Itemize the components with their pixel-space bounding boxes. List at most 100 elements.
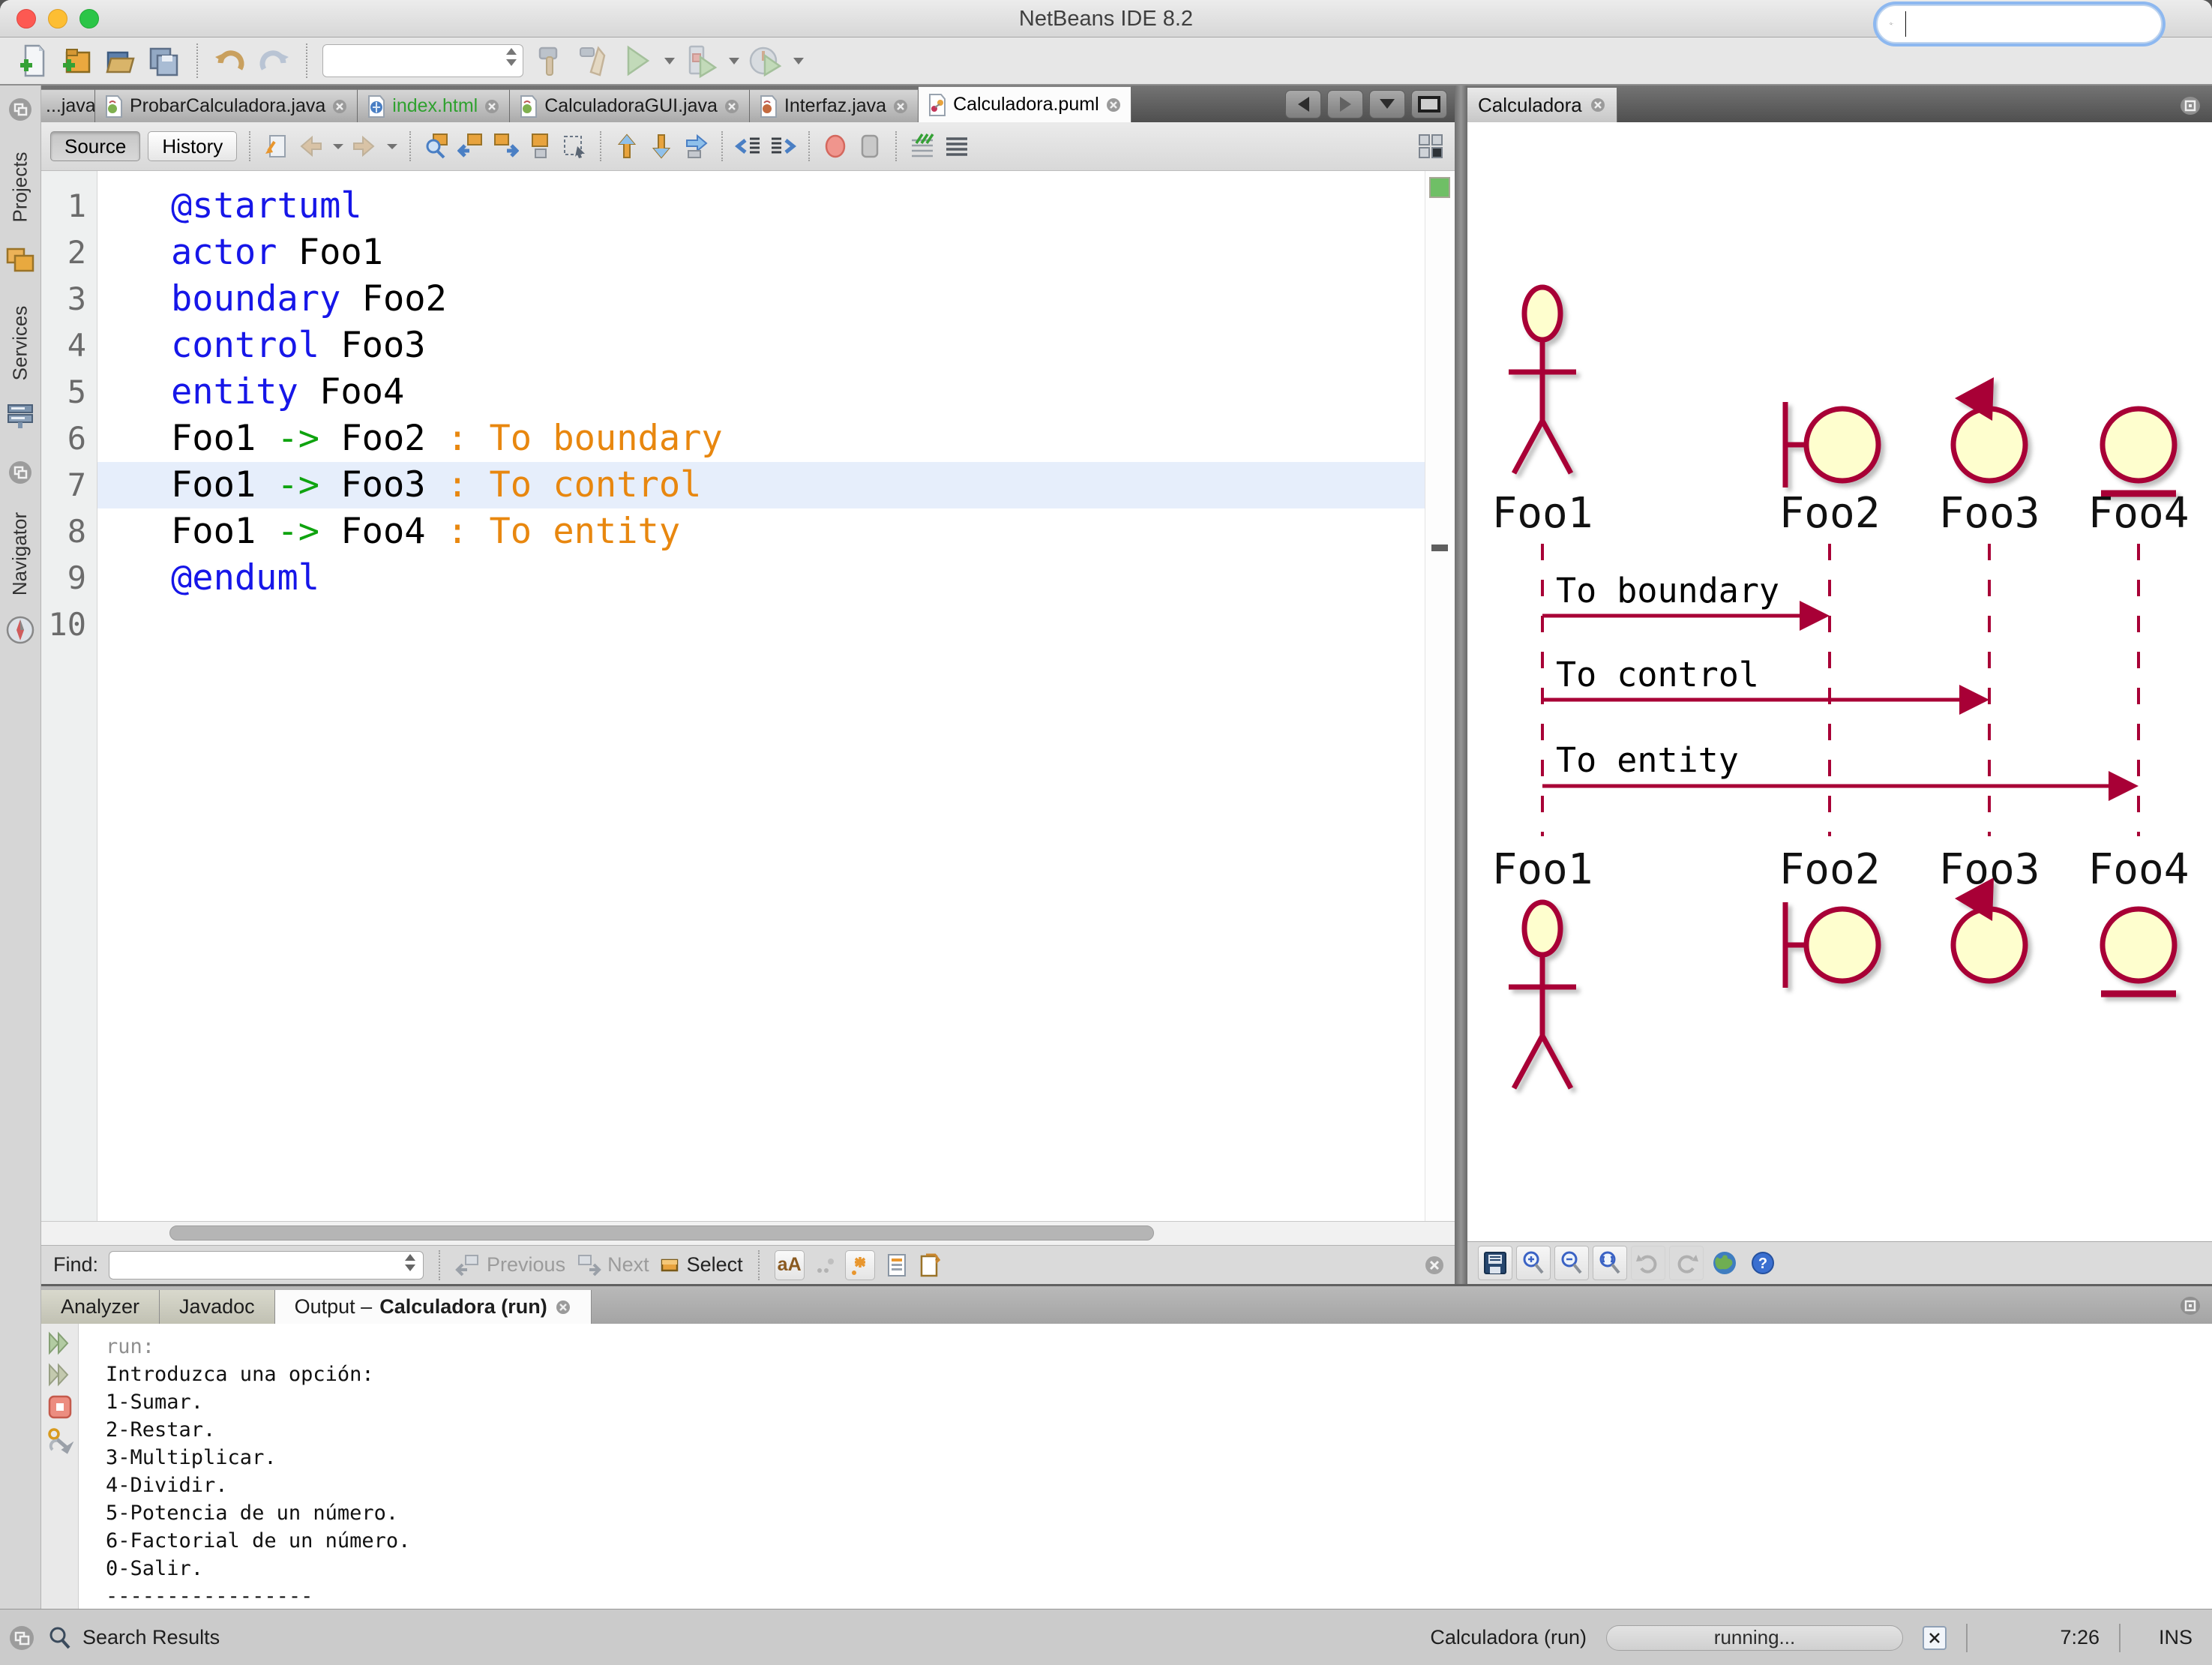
tab-calculadora-puml[interactable]: Calculadora.puml: [919, 86, 1131, 122]
tab-probarcalculadora[interactable]: ProbarCalculadora.java: [95, 89, 358, 122]
stop-marker-icon[interactable]: [856, 133, 883, 160]
next-occurrence-icon[interactable]: [648, 133, 675, 160]
rerun-with-options-icon[interactable]: [46, 1363, 73, 1387]
restore-group-icon[interactable]: [5, 94, 35, 124]
services-server-icon[interactable]: [4, 399, 37, 432]
scroll-tabs-left-button[interactable]: [1285, 90, 1321, 118]
zoom-in-button[interactable]: [1516, 1246, 1551, 1280]
find-previous-icon[interactable]: [457, 133, 484, 160]
tab-javadoc[interactable]: Javadoc: [160, 1290, 275, 1324]
shift-left-icon[interactable]: [735, 133, 762, 160]
uncomment-icon[interactable]: [943, 133, 970, 160]
run-project-icon[interactable]: [619, 44, 654, 78]
restore-group-icon[interactable]: [5, 458, 35, 488]
sidebar-item-projects[interactable]: Projects: [0, 130, 41, 243]
code-area[interactable]: 12 34 56 78 910 @startuml actor Foo1 bou…: [41, 171, 1455, 1221]
profile-dropdown-icon[interactable]: [793, 58, 804, 64]
run-settings-icon[interactable]: [46, 1427, 73, 1454]
save-diagram-button[interactable]: [1478, 1246, 1512, 1280]
find-previous-button[interactable]: Previous: [455, 1253, 565, 1276]
close-icon[interactable]: [724, 98, 740, 115]
code-line-5[interactable]: entity Foo4: [97, 369, 1455, 416]
match-case-button[interactable]: aA: [775, 1250, 805, 1280]
rerun-icon[interactable]: [46, 1331, 73, 1355]
console-output[interactable]: run: Introduzca una opción: 1-Sumar. 2-R…: [79, 1324, 2212, 1611]
tab-calculadora-preview[interactable]: Calculadora: [1467, 88, 1617, 122]
new-file-icon[interactable]: [16, 44, 51, 78]
undo-icon[interactable]: [213, 44, 247, 78]
uml-diagram-canvas[interactable]: To boundary To control To entity Foo1 Fo…: [1467, 122, 2212, 1241]
code-line-4[interactable]: control Foo3: [97, 322, 1455, 369]
redo-icon[interactable]: [256, 44, 291, 78]
stop-icon[interactable]: [47, 1394, 73, 1420]
help-button[interactable]: ?: [1746, 1246, 1780, 1280]
highlight-results-icon[interactable]: [886, 1253, 908, 1277]
code-line-3[interactable]: boundary Foo2: [97, 276, 1455, 322]
next-bookmark-icon[interactable]: [682, 133, 709, 160]
sidebar-item-navigator[interactable]: Navigator: [0, 494, 41, 614]
quick-search-input[interactable]: [1910, 13, 2161, 36]
code-line-8[interactable]: Foo1 -> Foo4 : To entity: [97, 508, 1455, 555]
find-next-button[interactable]: Next: [576, 1253, 649, 1276]
clean-build-project-icon[interactable]: [576, 44, 610, 78]
find-combobox[interactable]: [109, 1251, 424, 1280]
save-all-icon[interactable]: [147, 44, 181, 78]
tab-interfaz[interactable]: Interfaz.java: [750, 89, 919, 122]
splitter-handle[interactable]: [1455, 86, 1467, 1284]
projects-folder-icon[interactable]: [4, 243, 37, 276]
scroll-tabs-right-button[interactable]: [1327, 90, 1363, 118]
zoom-fit-button[interactable]: [1593, 1246, 1627, 1280]
horizontal-scrollbar[interactable]: [41, 1221, 1455, 1245]
open-project-icon[interactable]: [103, 44, 138, 78]
tab-output-calculadora[interactable]: Output – Calculadora (run): [275, 1290, 592, 1324]
close-icon[interactable]: [1105, 97, 1122, 113]
back-dropdown-icon[interactable]: [333, 144, 343, 149]
comment-icon[interactable]: [909, 133, 936, 160]
select-toggle[interactable]: Select: [660, 1253, 743, 1276]
split-editor-icon[interactable]: [1417, 133, 1444, 160]
restore-group-icon[interactable]: [6, 1622, 37, 1654]
close-icon[interactable]: [555, 1299, 571, 1316]
tab-calculadoragui[interactable]: CalculadoraGUI.java: [510, 89, 750, 122]
forward-icon[interactable]: [351, 133, 378, 160]
find-next-icon[interactable]: [492, 133, 519, 160]
close-icon[interactable]: [892, 98, 909, 115]
web-view-button[interactable]: [1707, 1246, 1742, 1280]
maximize-editor-button[interactable]: [1411, 90, 1447, 118]
shift-right-icon[interactable]: [769, 133, 796, 160]
project-config-combobox[interactable]: [322, 44, 523, 77]
wrap-search-icon[interactable]: [919, 1253, 941, 1277]
run-dropdown-icon[interactable]: [664, 58, 675, 64]
quick-search-field[interactable]: [1876, 4, 2163, 44]
error-stripe[interactable]: [1425, 171, 1455, 1221]
tab-indexhtml[interactable]: index.html: [358, 89, 510, 122]
scrollbar-thumb[interactable]: [169, 1226, 1154, 1240]
close-icon[interactable]: [331, 98, 348, 115]
history-view-button[interactable]: History: [148, 131, 237, 161]
new-project-icon[interactable]: [60, 44, 94, 78]
forward-dropdown-icon[interactable]: [387, 144, 397, 149]
whole-word-icon[interactable]: [815, 1256, 835, 1275]
find-input[interactable]: [109, 1252, 387, 1277]
zoom-out-button[interactable]: [1554, 1246, 1589, 1280]
close-icon[interactable]: [1590, 97, 1606, 113]
code-line-6[interactable]: Foo1 -> Foo2 : To boundary: [97, 416, 1455, 462]
code-line-1[interactable]: @startuml: [97, 183, 1455, 230]
navigator-compass-icon[interactable]: [4, 614, 37, 646]
tab-list-dropdown-button[interactable]: [1369, 90, 1405, 118]
debug-project-icon[interactable]: [684, 44, 718, 78]
code-line-2[interactable]: actor Foo1: [97, 230, 1455, 276]
search-results-minimized[interactable]: Search Results: [6, 1610, 220, 1665]
close-find-bar-icon[interactable]: [1423, 1254, 1446, 1276]
source-view-button[interactable]: Source: [50, 131, 140, 161]
code-line-9[interactable]: @enduml: [97, 555, 1455, 602]
rectangular-selection-icon[interactable]: [561, 133, 588, 160]
previous-occurrence-icon[interactable]: [613, 133, 640, 160]
toggle-breakpoint-icon[interactable]: [822, 133, 849, 160]
sidebar-item-services[interactable]: Services: [0, 286, 41, 399]
build-project-icon[interactable]: [532, 44, 567, 78]
maximize-output-icon[interactable]: [2179, 1295, 2202, 1316]
toggle-highlight-icon[interactable]: [526, 133, 553, 160]
rotate-left-button[interactable]: [1631, 1246, 1665, 1280]
regexp-button[interactable]: [845, 1250, 875, 1280]
